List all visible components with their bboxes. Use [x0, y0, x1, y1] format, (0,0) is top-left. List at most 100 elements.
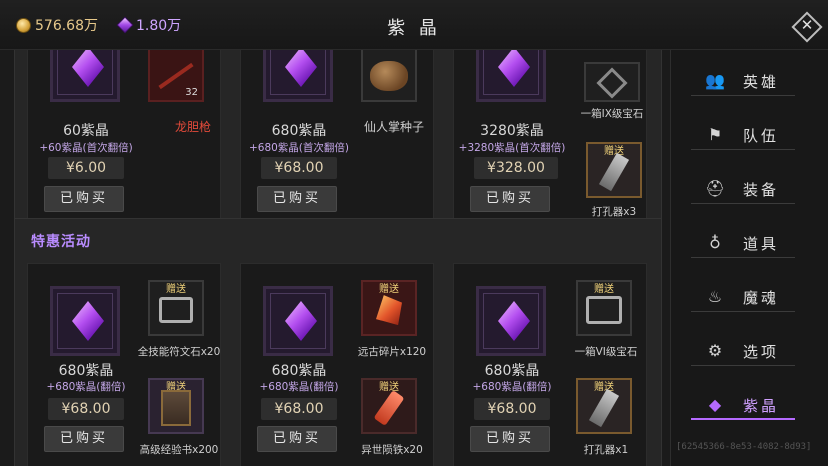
flame-icon: ♨ — [707, 287, 723, 306]
spear-icon — [158, 62, 194, 90]
drill-icon — [598, 152, 630, 192]
special-pack-card: 赠送 一箱VI级宝石 赠送 打孔器x1 680紫晶 +680紫晶(翻倍) ¥68… — [453, 263, 647, 466]
page-title: 紫 晶 — [387, 18, 441, 39]
purple-gem-icon — [498, 50, 530, 87]
price-label: ¥68.00 — [261, 398, 337, 420]
gem-amount-label: 680紫晶 — [484, 363, 540, 379]
gem-pack-card: 32 龙胆枪 60紫晶 +60紫晶(首次翻倍) ¥6.00 已购买 — [27, 50, 221, 245]
gift-name: 龙胆枪 — [174, 120, 211, 134]
gift-item-slot[interactable]: 赠送 — [576, 280, 632, 336]
purple-gem-icon — [72, 50, 104, 87]
sidebar-item-items[interactable]: ♁ 道具 — [691, 228, 795, 258]
purchased-button[interactable]: 已购买 — [44, 426, 124, 452]
gem-chest-icon — [586, 296, 622, 325]
sidebar-item-label: 魔魂 — [743, 289, 780, 307]
sidebar-item-team[interactable]: ⚑ 队伍 — [691, 120, 795, 150]
gift-item-slot[interactable]: 赠送 — [148, 280, 204, 336]
sidebar-item-label: 选项 — [743, 343, 780, 361]
gem-pack-image — [476, 50, 546, 102]
exp-book-icon — [161, 390, 191, 427]
gift-item-slot[interactable] — [584, 62, 640, 102]
purple-gem-icon — [285, 50, 317, 87]
gem-amount-label: 3280紫晶 — [480, 123, 544, 139]
purchased-button[interactable]: 已购买 — [257, 186, 337, 212]
purchased-button[interactable]: 已购买 — [470, 186, 550, 212]
gift-item-slot[interactable]: 赠送 — [361, 378, 417, 434]
gem-box-icon — [596, 67, 628, 99]
sidebar: 👥 英雄 ⚑ 队伍 ⛑ 装备 ♁ 道具 ♨ 魔魂 ⚙ 选项 ◆ 紫晶 — [670, 50, 828, 466]
sidebar-item-heroes[interactable]: 👥 英雄 — [691, 66, 795, 96]
gem-bonus-label: +60紫晶(首次翻倍) — [39, 142, 133, 154]
gift-tag: 赠送 — [166, 284, 186, 295]
gift-name: 打孔器x1 — [583, 444, 629, 456]
gift-item-slot[interactable] — [361, 50, 417, 102]
gem-icon: ◆ — [708, 395, 722, 414]
gem-bonus-label: +3280紫晶(首次翻倍) — [458, 142, 566, 154]
gift-item-slot[interactable]: 赠送 — [148, 378, 204, 434]
ancient-shard-icon — [376, 295, 402, 326]
purchased-button[interactable]: 已购买 — [470, 426, 550, 452]
gift-name: 一箱VI级宝石 — [574, 346, 638, 358]
gem-bonus-label: +680紫晶(首次翻倍) — [248, 142, 350, 154]
purple-gem-icon — [285, 301, 317, 341]
helmet-icon: ⛑ — [705, 179, 726, 198]
heroes-icon: 👥 — [705, 71, 725, 90]
gear-icon: ⚙ — [707, 341, 723, 360]
gem-bonus-label: +680紫晶(翻倍) — [259, 381, 339, 393]
gift-item-slot[interactable]: 赠送 — [361, 280, 417, 336]
sidebar-item-gems[interactable]: ◆ 紫晶 — [691, 390, 795, 420]
gem-pack-image — [263, 50, 333, 102]
gem-pack-card: 仙人掌种子 680紫晶 +680紫晶(首次翻倍) ¥68.00 已购买 — [240, 50, 434, 245]
drill-icon — [588, 388, 620, 428]
special-pack-card: 赠送 全技能符文石x20 赠送 高级经验书x200 680紫晶 +680紫晶(翻… — [27, 263, 221, 466]
gift-count: 32 — [185, 87, 198, 98]
gift-name: 一箱IX级宝石 — [580, 108, 644, 120]
price-label: ¥328.00 — [474, 157, 558, 179]
gift-name: 高级经验书x200 — [139, 444, 219, 456]
gift-name: 打孔器x3 — [591, 206, 637, 218]
gem-amount-label: 680紫晶 — [271, 363, 327, 379]
close-button[interactable]: ✕ — [791, 11, 823, 43]
gift-name: 全技能符文石x20 — [137, 346, 221, 358]
gem-pack-card: 一箱IX级宝石 赠送 打孔器x3 3280紫晶 +3280紫晶(首次翻倍) ¥3… — [453, 50, 647, 245]
gift-tag: 赠送 — [594, 382, 614, 393]
seed-bag-icon — [370, 61, 408, 92]
flag-icon: ⚑ — [707, 125, 723, 144]
sidebar-item-label: 队伍 — [743, 127, 780, 145]
gem-amount-label: 680紫晶 — [271, 123, 327, 139]
purchased-button[interactable]: 已购买 — [257, 426, 337, 452]
gem-pack-image — [263, 286, 333, 356]
meteor-iron-icon — [373, 390, 405, 427]
gem-amount-label: 60紫晶 — [63, 123, 109, 139]
gift-name: 远古碎片x120 — [357, 346, 427, 358]
gem-bonus-label: +680紫晶(翻倍) — [472, 381, 552, 393]
gift-tag: 赠送 — [379, 382, 399, 393]
gift-name: 仙人掌种子 — [363, 120, 424, 134]
gift-tag: 赠送 — [379, 284, 399, 295]
price-label: ¥68.00 — [474, 398, 550, 420]
gem-pack-image — [50, 286, 120, 356]
gift-item-slot[interactable]: 赠送 — [586, 142, 642, 198]
top-bar: 576.68万 1.80万 紫 晶 ✕ — [0, 0, 828, 50]
session-id: [62545366-8e53-4082-8d93] — [676, 442, 812, 452]
sidebar-item-souls[interactable]: ♨ 魔魂 — [691, 282, 795, 312]
sidebar-item-label: 英雄 — [743, 73, 780, 91]
special-pack-card: 赠送 远古碎片x120 赠送 异世陨铁x20 680紫晶 +680紫晶(翻倍) … — [240, 263, 434, 466]
price-label: ¥68.00 — [48, 398, 124, 420]
purchased-button[interactable]: 已购买 — [44, 186, 124, 212]
sidebar-item-label: 紫晶 — [743, 397, 780, 415]
gem-bonus-label: +680紫晶(翻倍) — [46, 381, 126, 393]
sidebar-item-label: 装备 — [743, 181, 780, 199]
gem-amount-label: 680紫晶 — [58, 363, 114, 379]
gift-item-slot[interactable]: 赠送 — [576, 378, 632, 434]
purple-gem-icon — [498, 301, 530, 341]
shop-panel[interactable]: 32 龙胆枪 60紫晶 +60紫晶(首次翻倍) ¥6.00 已购买 仙人掌种子 … — [14, 50, 662, 466]
gift-tag: 赠送 — [604, 146, 624, 157]
section-title: 特惠活动 — [31, 234, 91, 250]
sidebar-item-equipment[interactable]: ⛑ 装备 — [691, 174, 795, 204]
rune-chest-icon — [159, 297, 193, 324]
gift-item-slot[interactable]: 32 — [148, 50, 204, 102]
purple-gem-icon — [72, 301, 104, 341]
sidebar-item-options[interactable]: ⚙ 选项 — [691, 336, 795, 366]
bag-icon: ♁ — [709, 233, 721, 252]
